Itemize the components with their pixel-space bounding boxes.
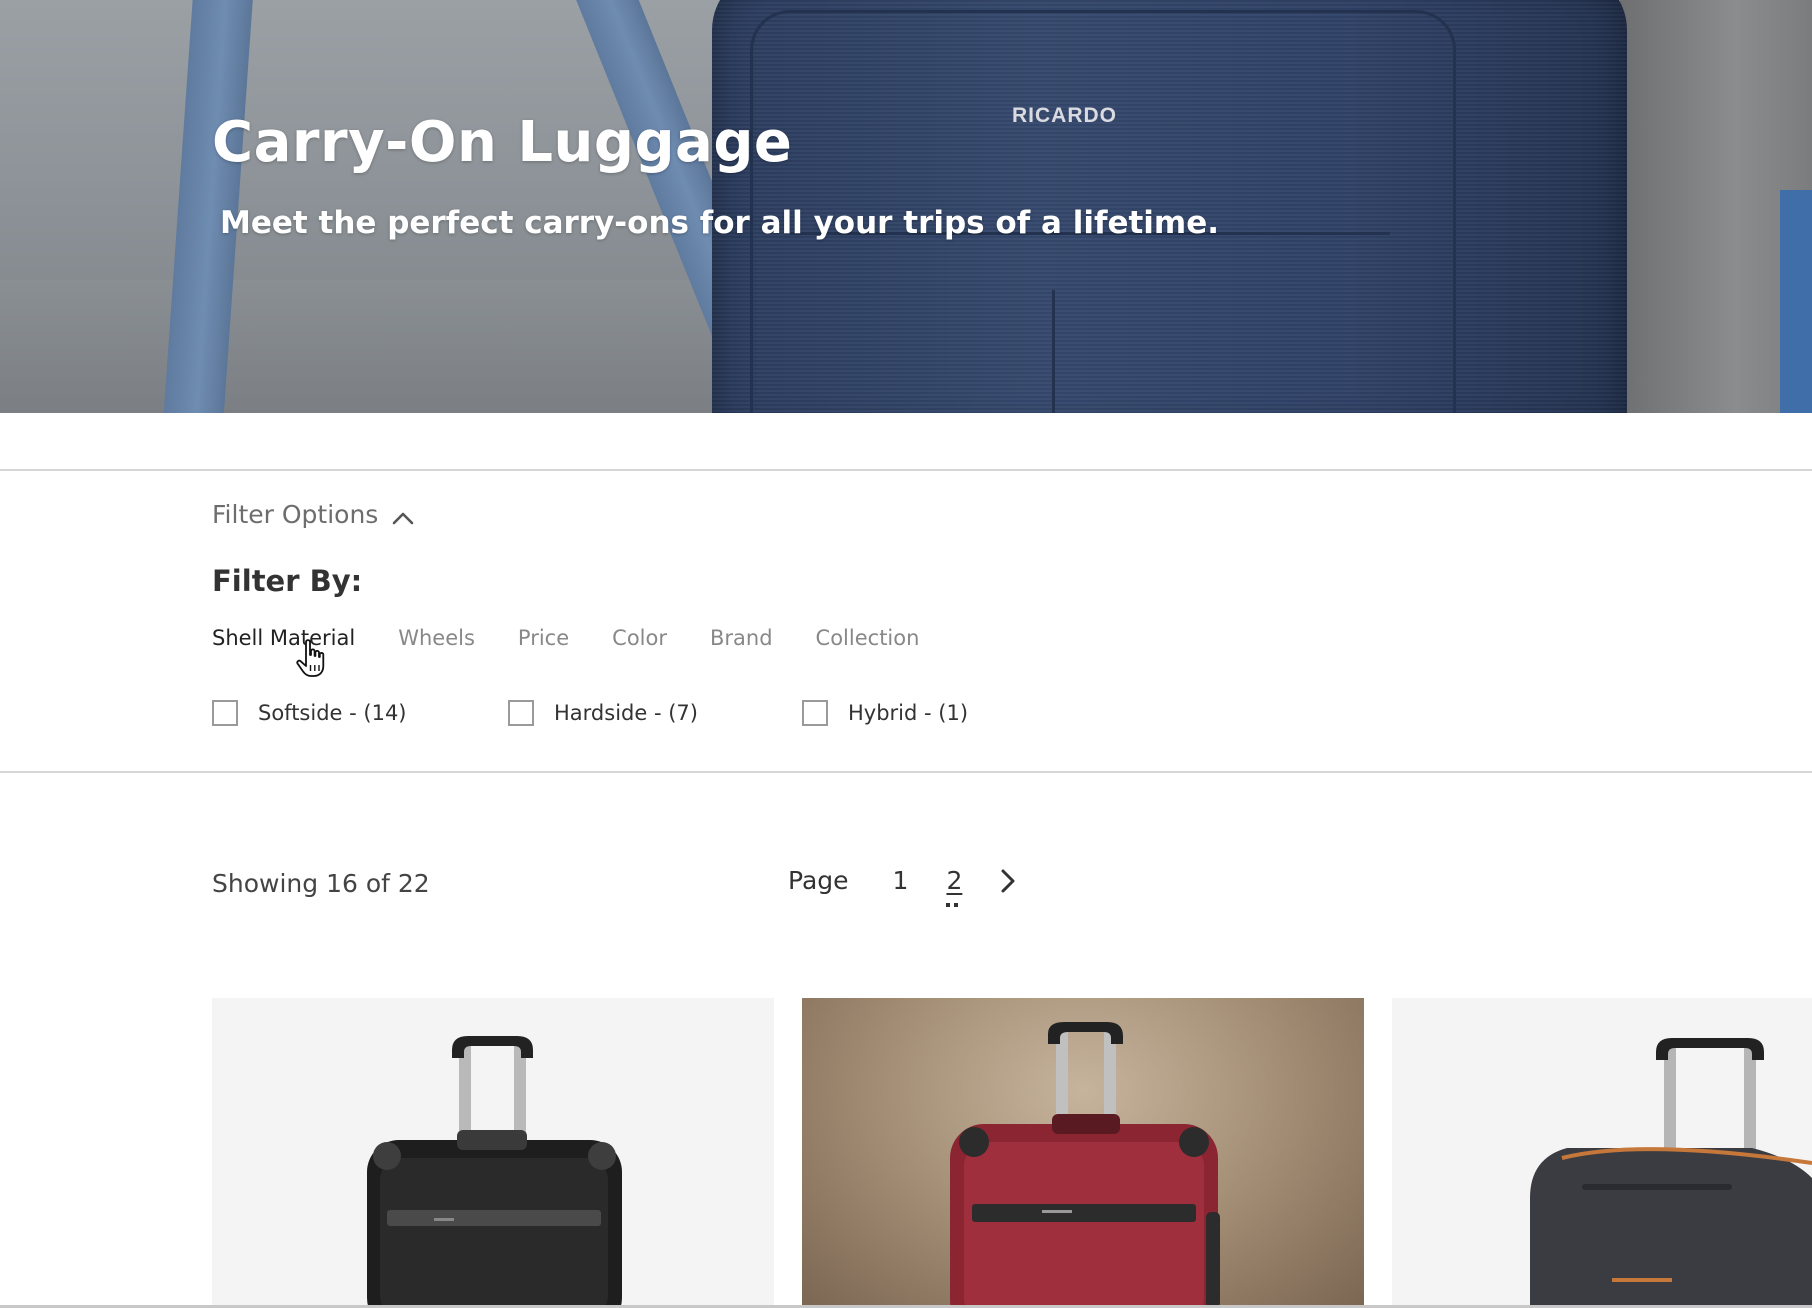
page-2-current[interactable]: 2 — [946, 866, 962, 907]
filter-option-hybrid[interactable]: Hybrid - (1) — [802, 700, 968, 726]
product-card[interactable] — [802, 998, 1364, 1308]
filter-option-label: Hybrid - (1) — [848, 701, 969, 725]
divider — [0, 771, 1812, 773]
tab-wheels[interactable]: Wheels — [398, 626, 475, 650]
page-title: Carry-On Luggage — [212, 110, 793, 175]
filter-tabs: Shell Material Wheels Price Color Brand … — [212, 626, 962, 650]
tab-collection[interactable]: Collection — [816, 626, 920, 650]
divider — [0, 469, 1812, 471]
filter-options-label: Filter Options — [212, 500, 379, 529]
filter-option-hardside[interactable]: Hardside - (7) — [508, 700, 698, 726]
next-page-button[interactable] — [1000, 868, 1016, 894]
product-image-gray-suitcase — [1530, 1038, 1812, 1308]
product-image-red-suitcase — [950, 1022, 1220, 1308]
hardside-checkbox[interactable] — [508, 700, 534, 726]
chevron-right-icon — [1001, 869, 1015, 892]
filter-by-heading: Filter By: — [212, 564, 363, 598]
hero-brand-logo: RICARDO — [1012, 104, 1117, 127]
pagination: Page 1 2 — [788, 866, 1016, 907]
filter-option-softside[interactable]: Softside - (14) — [212, 700, 407, 726]
page-subtitle: Meet the perfect carry-ons for all your … — [220, 205, 1220, 241]
softside-checkbox[interactable] — [212, 700, 238, 726]
filter-options-toggle[interactable]: Filter Options — [212, 500, 414, 529]
tab-shell-material[interactable]: Shell Material — [212, 626, 355, 650]
filter-option-label: Hardside - (7) — [554, 701, 698, 725]
product-card[interactable] — [1392, 998, 1812, 1308]
product-card[interactable] — [212, 998, 774, 1308]
hero-banner: RICARDO Carry-On Luggage Meet the perfec… — [0, 0, 1812, 413]
page-1-link[interactable]: 1 — [893, 866, 909, 895]
filter-option-label: Softside - (14) — [258, 701, 407, 725]
hybrid-checkbox[interactable] — [802, 700, 828, 726]
page-label: Page — [788, 866, 849, 895]
tab-color[interactable]: Color — [612, 626, 667, 650]
chevron-up-icon — [393, 512, 414, 524]
product-image-black-suitcase — [367, 1036, 622, 1308]
hero-background-accent — [1780, 190, 1812, 413]
results-count: Showing 16 of 22 — [212, 869, 430, 898]
hero-suitcase-seam — [1052, 290, 1055, 413]
tab-price[interactable]: Price — [518, 626, 569, 650]
tab-brand[interactable]: Brand — [710, 626, 773, 650]
